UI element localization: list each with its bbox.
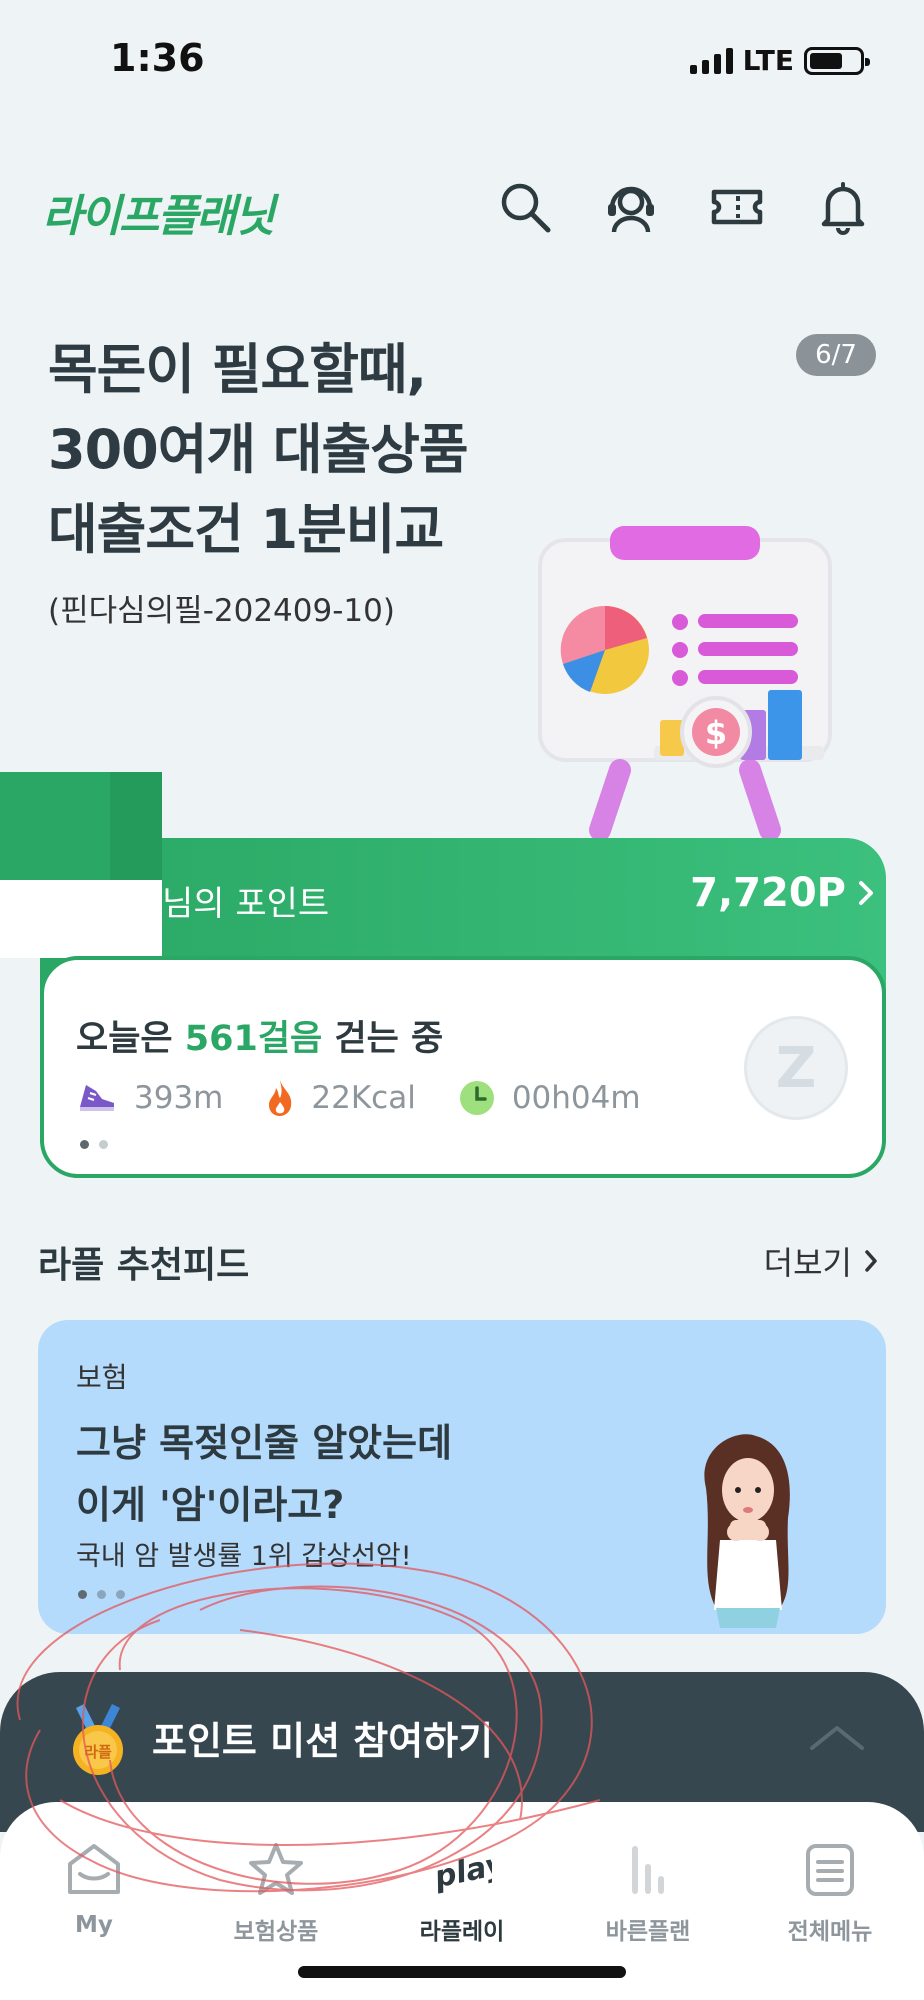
feed-headline: 그냥 목젖인줄 알았는데 이게 '암'이라고? (76, 1412, 452, 1536)
menu-icon (806, 1844, 854, 1896)
walk-stats: 393m 22Kcal 00h04m (76, 1078, 667, 1118)
feed-headline-line: 이게 '암'이라고? (76, 1483, 345, 1527)
tab-label: 라플레이 (419, 1919, 505, 1945)
presentation-board-illustration: $ (538, 526, 832, 840)
carousel-dot (99, 1140, 108, 1149)
svg-text:$: $ (705, 714, 727, 752)
banner-title-line: 대출조건 1분비교 (48, 498, 444, 561)
time-value: 00h04m (511, 1080, 641, 1116)
tab-all-menu[interactable]: 전체메뉴 (760, 1840, 900, 1946)
walk-title: 오늘은 561걸음 걷는 중 (76, 1010, 443, 1061)
tab-label: 바른플랜 (605, 1919, 691, 1945)
battery-icon (804, 46, 870, 75)
tab-insurance-products[interactable]: 보험상품 (206, 1840, 346, 1946)
home-indicator (298, 1966, 626, 1978)
banner-pager: 6/7 (796, 334, 876, 376)
network-label: LTE (742, 44, 794, 77)
headset-icon[interactable] (602, 178, 660, 236)
feed-carousel-dots (78, 1590, 125, 1599)
svg-text:play: play (432, 1846, 492, 1895)
point-value: 7,720P (690, 870, 846, 916)
feed-headline-line: 그냥 목젖인줄 알았는데 (76, 1421, 453, 1465)
kcal-value: 22Kcal (311, 1080, 416, 1116)
medal-icon: 라플 (73, 1704, 123, 1775)
banner-title-line: 목돈이 필요할때, (48, 338, 427, 401)
status-time: 1:36 (110, 36, 205, 80)
coin-icon[interactable]: Z (744, 1016, 848, 1120)
walk-prefix: 오늘은 (76, 1019, 185, 1059)
feed-more-label: 더보기 (763, 1244, 852, 1282)
distance-value: 393m (134, 1080, 224, 1116)
tab-label: My (75, 1912, 113, 1938)
app-logo[interactable]: 라이프플래닛 (42, 180, 275, 244)
tab-label: 전체메뉴 (787, 1919, 873, 1945)
chevron-up-icon[interactable] (808, 1722, 866, 1752)
search-icon[interactable] (496, 178, 554, 236)
feed-title: 라플 추천피드 (38, 1245, 250, 1286)
time-stat: 00h04m (458, 1079, 641, 1117)
shoe-icon (80, 1085, 114, 1111)
banner-review-code: (핀다심의필-202409-10) (48, 593, 395, 629)
banner-title[interactable]: 목돈이 필요할때, 300여개 대출상품 대출조건 1분비교 (48, 330, 469, 570)
bell-icon[interactable] (814, 178, 872, 236)
tab-label: 보험상품 (233, 1919, 319, 1945)
bars-icon (632, 1846, 664, 1894)
walk-suffix: 걷는 중 (322, 1019, 444, 1059)
carousel-dot (116, 1590, 125, 1599)
play-logo-icon: play (432, 1846, 492, 1895)
status-indicators: LTE (689, 44, 870, 77)
header-actions (496, 178, 872, 236)
distance-stat: 393m (76, 1080, 223, 1116)
point-value-link[interactable]: 7,720P (690, 870, 874, 916)
signal-icon (689, 47, 733, 74)
woman-illustration (704, 1434, 790, 1628)
chevron-right-icon (859, 881, 873, 905)
banner-title-line: 300여개 대출상품 (48, 418, 469, 481)
star-icon (249, 1843, 303, 1895)
tab-bareun-plan[interactable]: 바른플랜 (578, 1840, 718, 1946)
medal-label: 라플 (84, 1743, 112, 1761)
carousel-dot (97, 1590, 106, 1599)
feed-category: 보험 (76, 1361, 128, 1394)
kcal-stat: 22Kcal (265, 1078, 416, 1118)
tab-my[interactable]: My (24, 1840, 164, 1938)
chevron-right-icon (865, 1250, 877, 1272)
point-label: 님의 포인트 (162, 884, 330, 924)
user-name-redaction (0, 880, 162, 958)
feed-description: 국내 암 발생률 1위 갑상선암! (76, 1541, 412, 1572)
mission-label: 포인트 미션 참여하기 (152, 1719, 494, 1763)
carousel-dot (80, 1140, 89, 1149)
carousel-dot (78, 1590, 87, 1599)
tab-laplay[interactable]: play 라플레이 (392, 1840, 532, 1946)
user-name-mask-shade (110, 772, 162, 882)
clock-icon (459, 1081, 494, 1115)
mail-home-icon (68, 1844, 120, 1894)
walk-carousel-dots (80, 1140, 108, 1149)
walk-steps: 561걸음 (184, 1019, 323, 1059)
ticket-icon[interactable] (708, 178, 766, 236)
feed-more-link[interactable]: 더보기 (764, 1238, 878, 1284)
flame-icon (269, 1080, 292, 1116)
